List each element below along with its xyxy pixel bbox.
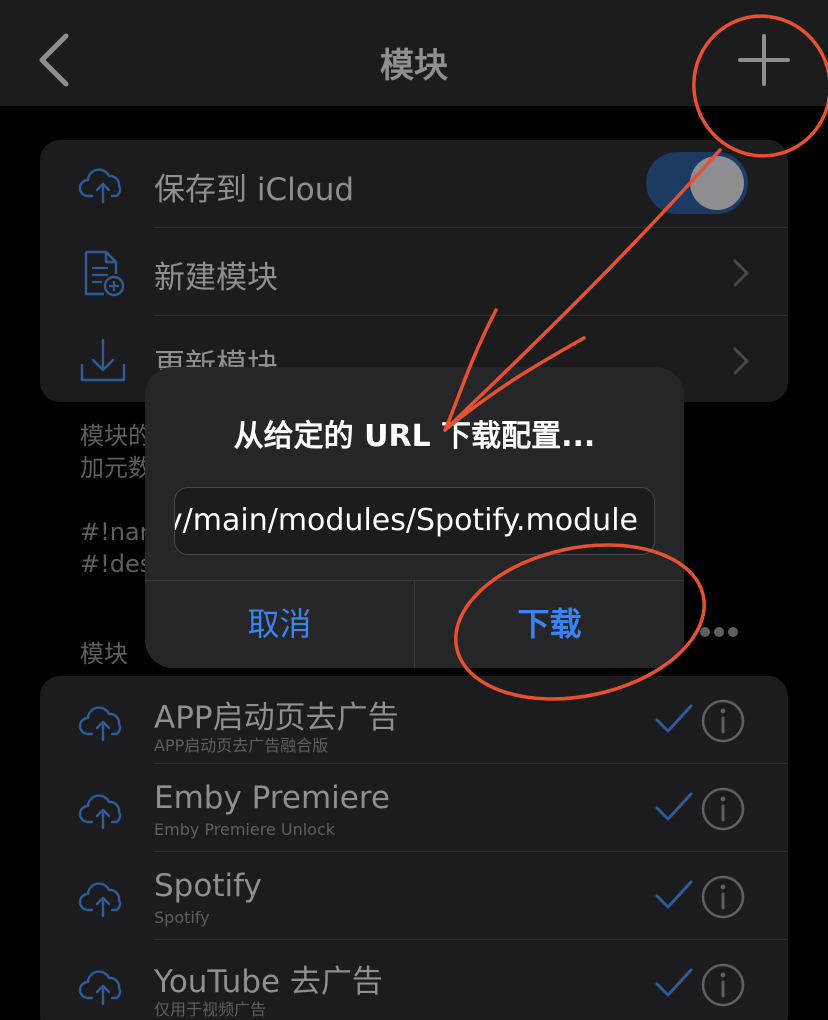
chevron-right-icon	[733, 347, 749, 375]
module-title: APP启动页去广告	[154, 700, 399, 736]
url-input-value: v/main/modules/Spotify.module	[174, 503, 638, 538]
module-subtitle: 仅用于视频广告	[154, 1000, 267, 1019]
toggle-knob	[690, 156, 744, 210]
footer-text-line: 加元数	[80, 454, 152, 482]
module-title: YouTube 去广告	[154, 964, 383, 1000]
add-button[interactable]	[734, 30, 794, 90]
checkmark-icon[interactable]	[654, 878, 694, 912]
info-icon[interactable]	[700, 786, 746, 832]
info-icon[interactable]	[700, 698, 746, 744]
info-icon[interactable]	[700, 874, 746, 920]
module-item[interactable]: Spotify Spotify	[40, 852, 788, 940]
cancel-button[interactable]: 取消	[145, 580, 414, 668]
icloud-toggle[interactable]	[646, 152, 748, 214]
new-module-row[interactable]: 新建模块	[40, 228, 788, 316]
download-button[interactable]: 下载	[415, 580, 684, 668]
modules-section-header: 模块	[80, 640, 128, 668]
cloud-upload-icon	[78, 168, 122, 204]
module-item[interactable]: YouTube 去广告 仅用于视频广告	[40, 940, 788, 1020]
checkmark-icon[interactable]	[654, 790, 694, 824]
cloud-upload-icon	[78, 794, 122, 830]
cloud-upload-icon	[78, 882, 122, 918]
download-url-alert: 从给定的 URL 下载配置... v/main/modules/Spotify.…	[145, 367, 684, 668]
download-icon	[80, 338, 126, 382]
footer-text-line: #!des	[80, 550, 153, 578]
module-title: Spotify	[154, 868, 262, 904]
module-title: Emby Premiere	[154, 780, 390, 816]
new-module-label: 新建模块	[154, 260, 278, 296]
more-dot	[700, 627, 710, 637]
alert-title: 从给定的 URL 下载配置...	[233, 419, 596, 454]
cloud-upload-icon	[78, 970, 122, 1006]
checkmark-icon[interactable]	[654, 966, 694, 1000]
url-input[interactable]: v/main/modules/Spotify.module	[174, 487, 655, 555]
modules-list: APP启动页去广告 APP启动页去广告融合版 Emby Premiere Emb…	[40, 676, 788, 1020]
footer-text-line: 模块的	[80, 422, 152, 450]
info-icon[interactable]	[700, 962, 746, 1008]
more-dot	[714, 627, 724, 637]
module-subtitle: Spotify	[154, 908, 210, 927]
more-button[interactable]	[700, 622, 748, 644]
module-item[interactable]: APP启动页去广告 APP启动页去广告融合版	[40, 676, 788, 764]
page-title: 模块	[380, 46, 448, 86]
plus-icon	[738, 34, 790, 86]
icloud-row: 保存到 iCloud	[40, 140, 788, 228]
module-subtitle: APP启动页去广告融合版	[154, 736, 329, 755]
module-item[interactable]: Emby Premiere Emby Premiere Unlock	[40, 764, 788, 852]
new-document-icon	[84, 250, 125, 297]
chevron-right-icon	[733, 259, 749, 287]
cloud-upload-icon	[78, 706, 122, 742]
navigation-bar: 模块	[0, 0, 828, 106]
settings-group: 保存到 iCloud 新建模块 更新模块	[40, 140, 788, 402]
icloud-label: 保存到 iCloud	[154, 172, 355, 208]
module-subtitle: Emby Premiere Unlock	[154, 820, 336, 839]
checkmark-icon[interactable]	[654, 702, 694, 736]
more-dot	[728, 627, 738, 637]
